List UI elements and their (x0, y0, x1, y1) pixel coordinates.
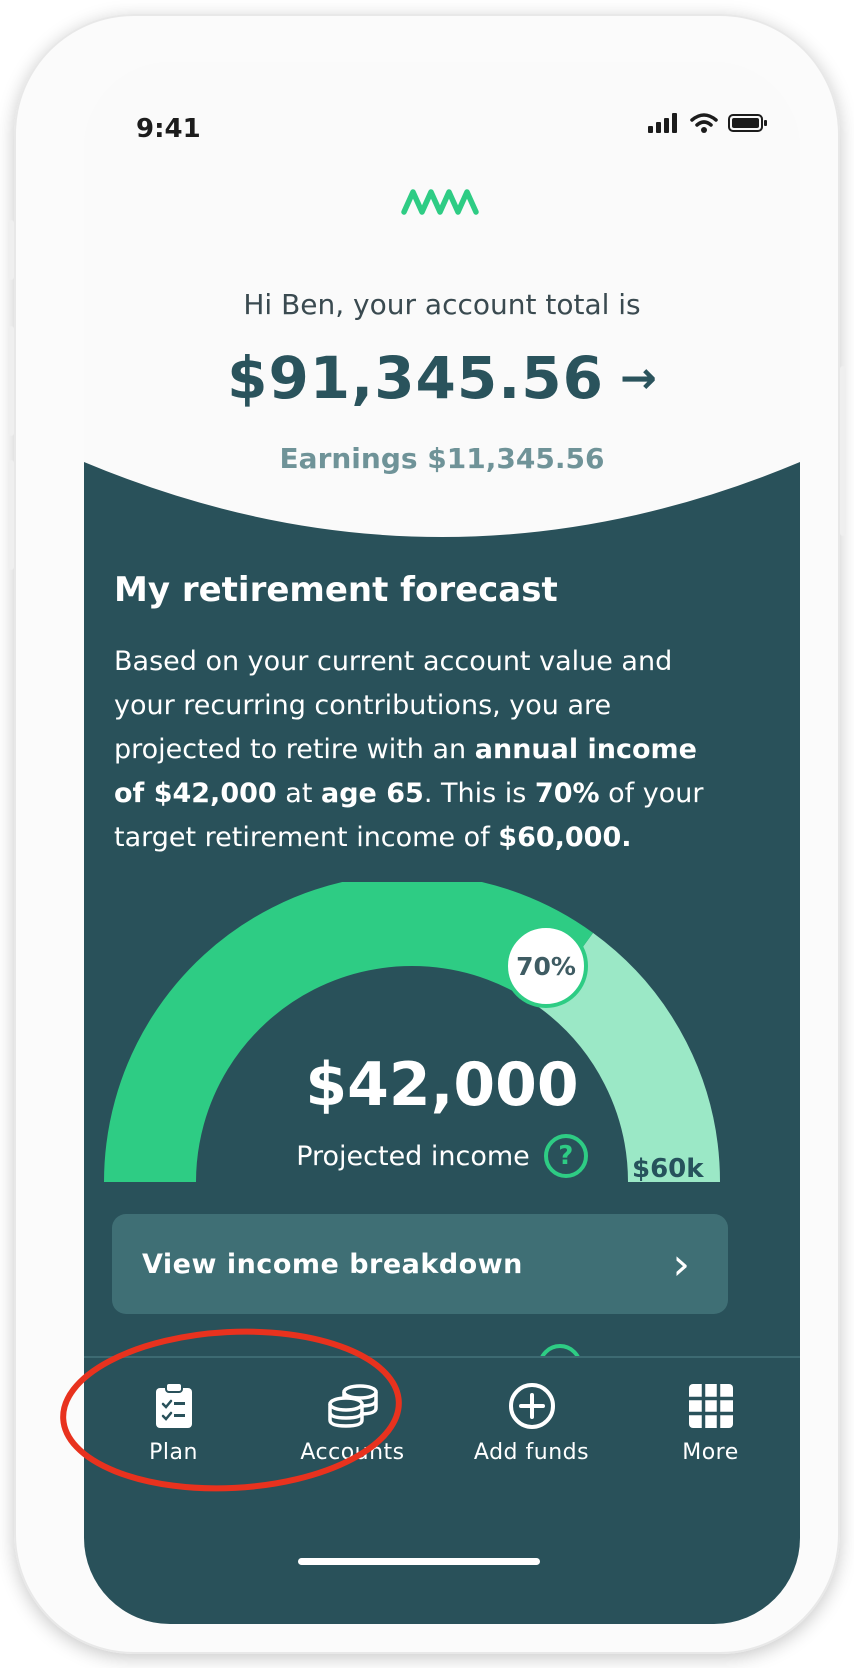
percent-highlight: 70% (534, 778, 600, 809)
brand-logo-icon (401, 189, 479, 215)
target-income-highlight: $60,000. (498, 822, 632, 853)
account-total: $91,345.56 (227, 344, 605, 412)
mute-switch (8, 220, 14, 280)
status-icons (648, 112, 768, 134)
volume-up-button (8, 326, 14, 436)
grid-icon (688, 1384, 733, 1428)
wifi-icon (690, 113, 718, 133)
percent-badge: 70% (504, 924, 588, 1008)
tab-add-funds[interactable]: Add funds (442, 1358, 621, 1528)
forecast-text-part: . This is (423, 778, 535, 809)
view-income-breakdown-button[interactable]: View income breakdown › (112, 1214, 728, 1314)
projected-income-amount: $42,000 (305, 1050, 579, 1120)
tab-add-funds-label: Add funds (473, 1440, 590, 1465)
account-total-link[interactable]: $91,345.56 → (84, 344, 800, 412)
tab-more[interactable]: More (621, 1358, 800, 1528)
forecast-description: Based on your current account value and … (114, 640, 734, 860)
projected-income-label: Projected income (296, 1140, 530, 1172)
forecast-text-part: at (276, 778, 321, 809)
cellular-signal-icon (648, 113, 677, 133)
retirement-age-highlight: age 65 (320, 778, 424, 809)
forecast-title: My retirement forecast (114, 570, 558, 610)
status-time: 9:41 (136, 114, 201, 144)
home-indicator[interactable] (298, 1558, 540, 1565)
greeting-text: Hi Ben, your account total is (243, 288, 641, 321)
battery-icon (728, 114, 767, 132)
power-button (840, 366, 846, 536)
red-annotation-ellipse (60, 1328, 402, 1492)
help-icon[interactable]: ? (543, 1134, 588, 1178)
tab-more-label: More (682, 1440, 739, 1465)
arrow-right-icon: → (620, 352, 657, 404)
volume-down-button (8, 460, 14, 570)
plus-circle-icon (508, 1383, 555, 1429)
view-income-breakdown-label: View income breakdown (142, 1248, 523, 1280)
chevron-right-icon: › (672, 1238, 690, 1290)
projected-income-label-row: Projected income ? (84, 1134, 800, 1178)
